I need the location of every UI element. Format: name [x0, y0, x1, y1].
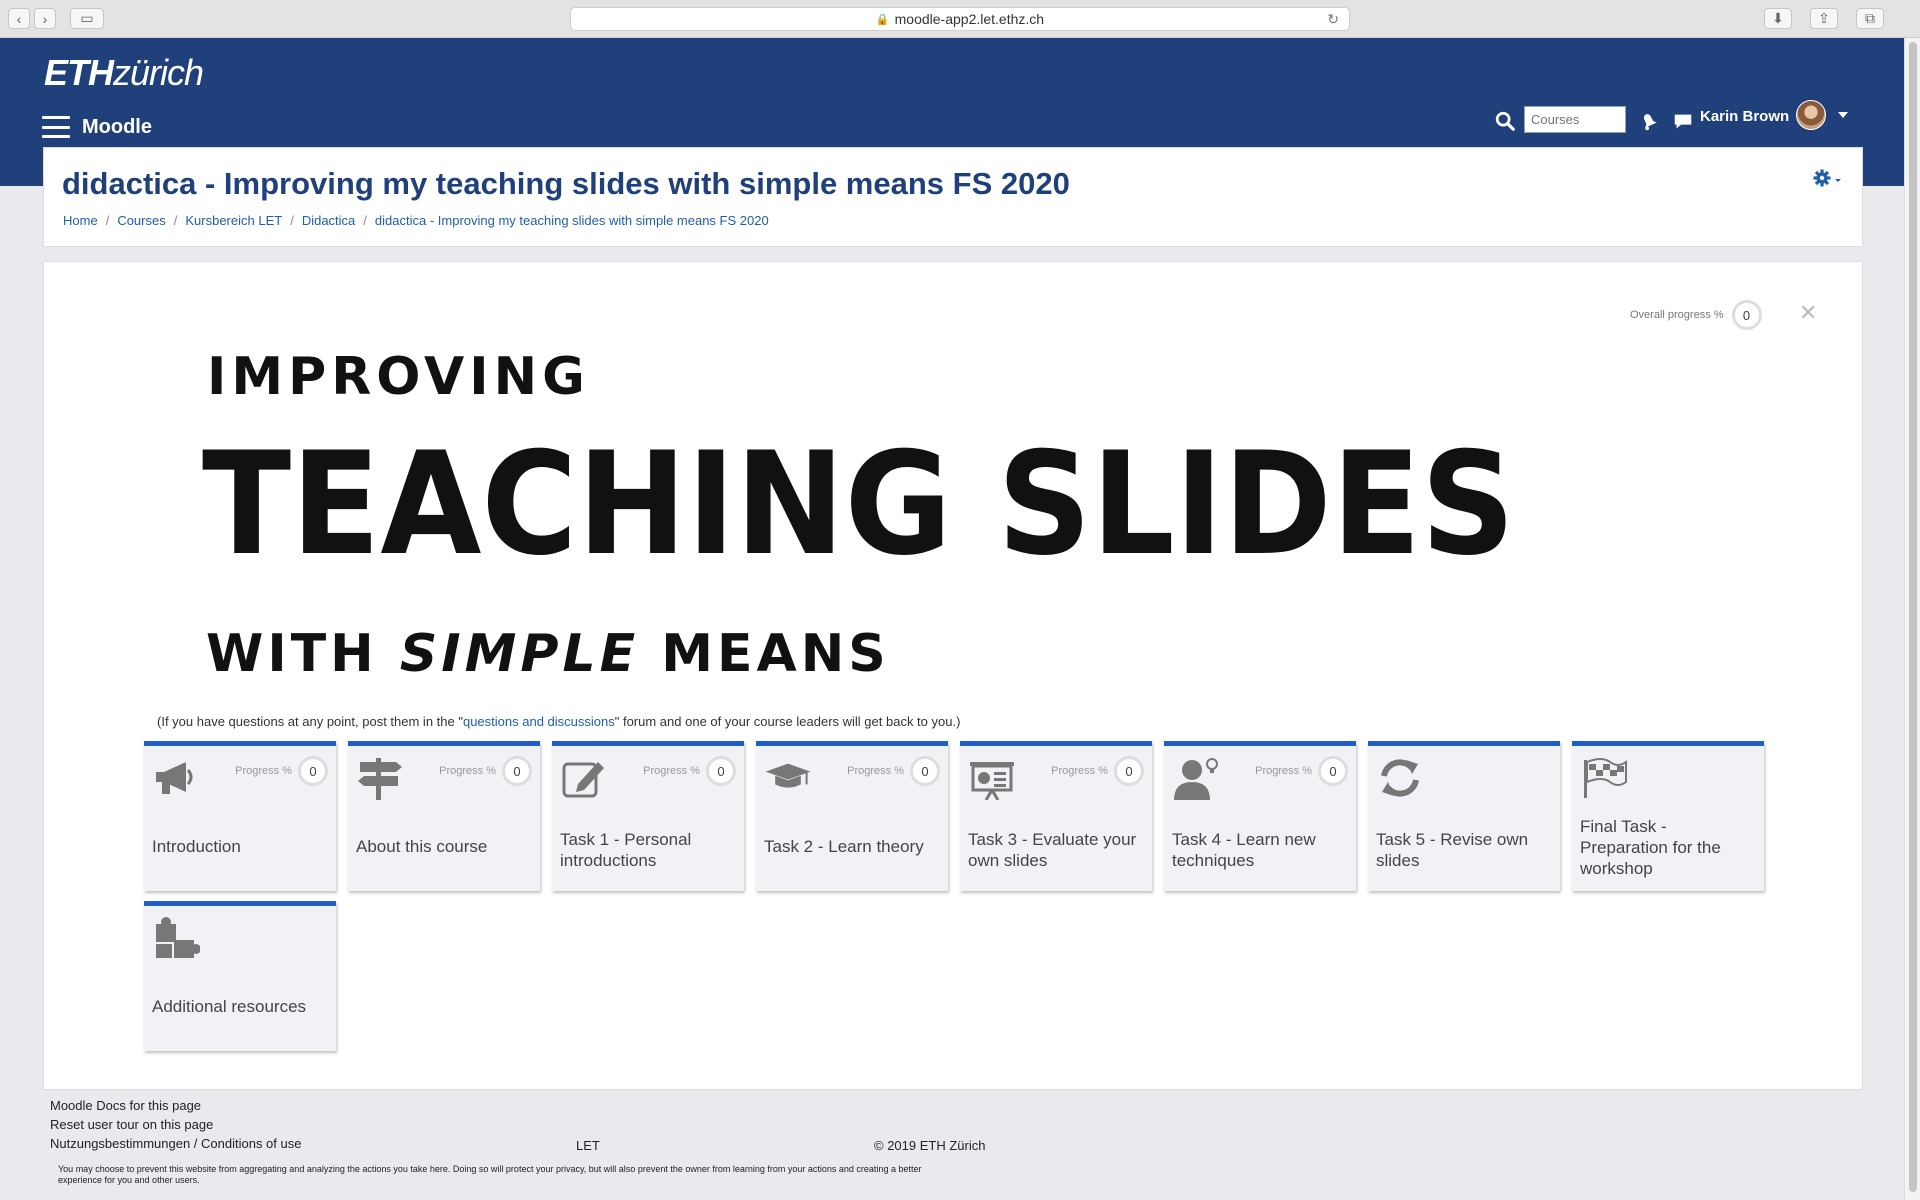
- forward-button[interactable]: ›: [34, 8, 56, 29]
- avatar[interactable]: [1796, 100, 1826, 130]
- tile-progress: Progress % 0: [235, 756, 328, 786]
- footer-copyright: © 2019 ETH Zürich: [874, 1138, 986, 1153]
- banner-line-simple-means: WITH SIMPLE MEANS: [206, 624, 890, 684]
- terms-link[interactable]: Nutzungsbestimmungen / Conditions of use: [50, 1136, 301, 1151]
- chevron-down-icon[interactable]: [1838, 112, 1848, 118]
- tile-progress: Progress % 0: [439, 756, 532, 786]
- page-scrollbar[interactable]: [1904, 38, 1920, 1200]
- graduation-cap-icon: [765, 763, 811, 788]
- overall-progress-circle: 0: [1731, 300, 1762, 330]
- gear-icon[interactable]: [1812, 168, 1842, 188]
- tile-task-2[interactable]: Progress % 0 Task 2 - Learn theory: [756, 741, 948, 891]
- back-button[interactable]: ‹: [8, 8, 30, 29]
- sidebar-toggle-button[interactable]: ▭: [70, 8, 104, 29]
- search-icon[interactable]: [1494, 110, 1516, 132]
- tile-label: Task 1 - Personal introductions: [560, 830, 692, 870]
- page-header-card: didactica - Improving my teaching slides…: [43, 147, 1863, 247]
- banner-line-improving: IMPROVING: [207, 347, 590, 407]
- messages-icon[interactable]: [1672, 110, 1694, 132]
- tile-task-4[interactable]: Progress % 0 Task 4 - Learn new technique…: [1164, 741, 1356, 891]
- tile-task-3[interactable]: Progress % 0 Task 3 - Evaluate your own s…: [960, 741, 1152, 891]
- breadcrumb-courses[interactable]: Courses: [117, 213, 165, 228]
- presentation-icon: [970, 762, 1014, 800]
- megaphone-icon: [156, 762, 193, 794]
- breadcrumb-home[interactable]: Home: [63, 213, 98, 228]
- tile-label: Additional resources: [152, 997, 307, 1016]
- tile-label: Task 3 - Evaluate your own slides: [968, 830, 1137, 870]
- questions-forum-link[interactable]: questions and discussions: [463, 714, 615, 729]
- overall-progress-label: Overall progress %: [1630, 309, 1724, 321]
- tile-label: Task 5 - Revise own slides: [1376, 830, 1529, 870]
- menu-toggle-icon[interactable]: [42, 116, 70, 138]
- tile-final-task[interactable]: Final Task - Preparation for the worksho…: [1572, 741, 1764, 891]
- tile-progress: Progress % 0: [643, 756, 736, 786]
- downloads-button[interactable]: ⬇: [1764, 8, 1792, 29]
- breadcrumb-kursbereich[interactable]: Kursbereich LET: [185, 213, 282, 228]
- tile-label: About this course: [356, 837, 488, 856]
- url-text: moodle-app2.let.ethz.ch: [894, 11, 1045, 27]
- footer-let: LET: [576, 1138, 600, 1153]
- address-bar[interactable]: 🔒 moodle-app2.let.ethz.ch ↻: [570, 7, 1350, 31]
- tile-label: Task 4 - Learn new techniques: [1172, 830, 1316, 870]
- privacy-notice: You may choose to prevent this website f…: [58, 1164, 922, 1185]
- checkered-flag-icon: [1584, 758, 1627, 798]
- tile-progress: Progress % 0: [1255, 756, 1348, 786]
- breadcrumb-didactica[interactable]: Didactica: [302, 213, 355, 228]
- course-search-input[interactable]: [1524, 106, 1626, 133]
- refresh-icon: [1381, 759, 1419, 797]
- tile-introduction[interactable]: Progress % 0 Introduction: [144, 741, 336, 891]
- puzzle-icon: [156, 917, 200, 958]
- pencil-edit-icon: [562, 762, 604, 798]
- banner-line-teaching-slides: TEACHING SLIDES: [202, 422, 1516, 587]
- reload-icon[interactable]: ↻: [1327, 11, 1339, 28]
- close-icon[interactable]: ✕: [1799, 300, 1817, 326]
- eth-logo[interactable]: ETHzürich: [44, 52, 204, 94]
- user-name[interactable]: Karin Brown: [1700, 108, 1789, 125]
- reset-tour-link[interactable]: Reset user tour on this page: [50, 1117, 301, 1132]
- moodle-docs-link[interactable]: Moodle Docs for this page: [50, 1098, 301, 1113]
- site-brand[interactable]: Moodle: [82, 116, 152, 139]
- overall-progress: Overall progress % 0: [1630, 300, 1762, 330]
- breadcrumb-current[interactable]: didactica - Improving my teaching slides…: [375, 213, 769, 228]
- tile-progress: Progress % 0: [1051, 756, 1144, 786]
- scrollbar-thumb[interactable]: [1909, 42, 1917, 1192]
- signpost-icon: [358, 758, 402, 800]
- page-title: didactica - Improving my teaching slides…: [62, 166, 1070, 201]
- tile-task-5[interactable]: Task 5 - Revise own slides: [1368, 741, 1560, 891]
- breadcrumb: Home / Courses / Kursbereich LET / Didactic…: [63, 213, 769, 228]
- tile-label: Task 2 - Learn theory: [764, 837, 924, 856]
- browser-toolbar: ‹ › ▭ 🔒 moodle-app2.let.ethz.ch ↻ ⬇ ⇪ ⧉: [0, 0, 1920, 38]
- tile-label: Introduction: [152, 837, 241, 856]
- share-button[interactable]: ⇪: [1810, 8, 1838, 29]
- page-footer: Moodle Docs for this page Reset user tou…: [50, 1098, 301, 1155]
- tile-additional-resources[interactable]: Additional resources: [144, 901, 336, 1051]
- notifications-bell-icon[interactable]: [1638, 110, 1660, 132]
- tabs-button[interactable]: ⧉: [1856, 8, 1884, 29]
- forum-note: (If you have questions at any point, pos…: [157, 714, 961, 729]
- course-content: Overall progress % 0 ✕ IMPROVING TEACHIN…: [43, 261, 1863, 1090]
- tile-progress: Progress % 0: [847, 756, 940, 786]
- tile-label: Final Task - Preparation for the worksho…: [1580, 817, 1721, 878]
- person-idea-icon: [1174, 758, 1218, 800]
- lock-icon: 🔒: [875, 13, 890, 26]
- tile-about-course[interactable]: Progress % 0 About this course: [348, 741, 540, 891]
- tile-task-1[interactable]: Progress % 0 Task 1 - Personal introducti…: [552, 741, 744, 891]
